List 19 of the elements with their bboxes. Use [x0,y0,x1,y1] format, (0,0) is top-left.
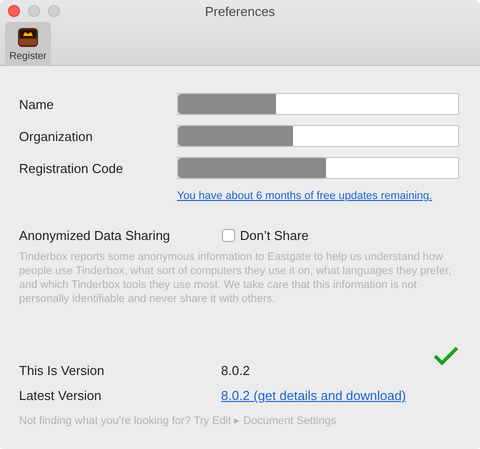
text-field[interactable] [177,125,459,147]
field-label: Registration Code [19,160,124,176]
version-value: 8.0.2 [221,363,250,378]
dont-share-checkbox[interactable]: Don’t Share [222,228,309,243]
close-button[interactable] [8,5,20,17]
hint-text: Not finding what you’re looking for? Try Edit ▸ Document Settings [19,414,338,427]
text-field[interactable] [177,93,459,115]
toolbar-tab[interactable]: Register [5,22,51,65]
setting-label: Anonymized Data Sharing [19,228,172,243]
updates-link[interactable]: You have about 6 months of free updates remaining. [177,190,432,202]
chest-icon [16,25,40,49]
text-field[interactable] [177,157,459,179]
field-label: Name [19,96,55,112]
version-label: Latest Version [19,388,102,403]
version-label: This Is Version [19,363,106,378]
description-text: Tinderbox reports some anonymous information to Eastgate to help us understand how people use Tinderbox, what sort of computers they use it on, what languages they prefer, and which Tinderbox tools they use most. We take care that this information is not personally identifiable and never share it with others. [19,250,452,306]
window-title: Preferences [204,4,276,18]
download-link[interactable]: 8.0.2 (get details and download) [221,388,406,403]
field-label: Organization [19,128,94,144]
